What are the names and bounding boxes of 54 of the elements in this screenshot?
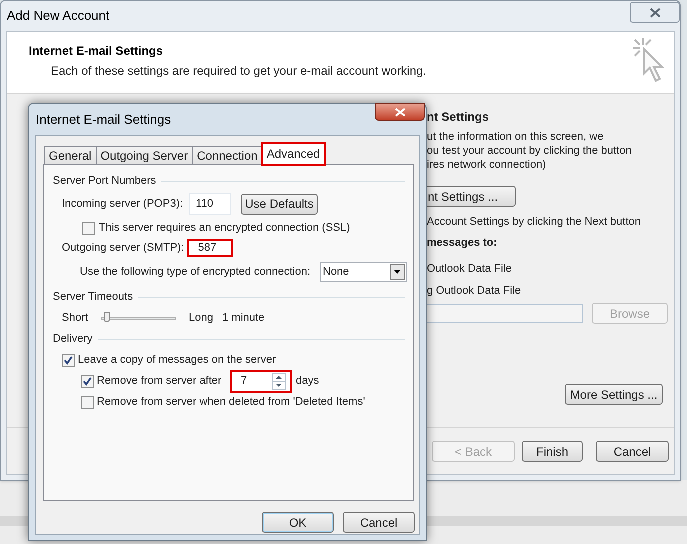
dialog-title: Internet E-mail Settings <box>36 110 172 129</box>
tab[interactable]: Connection <box>192 146 263 165</box>
tab[interactable]: Outgoing Server <box>96 146 194 165</box>
field-label: Outgoing server (SMTP): <box>62 240 186 256</box>
description-text: ut the information on this screen, we <box>427 130 605 144</box>
button[interactable]: Cancel <box>596 441 669 462</box>
window-title: Add New Account <box>7 7 110 26</box>
port-field[interactable]: 587 <box>187 239 234 257</box>
cursor-icon <box>631 36 667 84</box>
option-label: Outlook Data File <box>427 262 513 277</box>
checkbox-label: Leave a copy of messages on the server <box>78 352 276 368</box>
close-icon <box>394 108 406 116</box>
checkbox[interactable] <box>62 354 75 366</box>
option-label: g Outlook Data File <box>427 284 522 298</box>
instruction-text: Account Settings by clicking the Next button <box>427 215 642 230</box>
header-title: Internet E-mail Settings <box>29 43 164 60</box>
checkbox-label: Remove from server after <box>97 374 223 389</box>
group-heading: Delivery <box>53 332 93 347</box>
close-button[interactable] <box>375 103 425 121</box>
field-label: Use the following type of encrypted connection: <box>80 264 312 280</box>
close-button[interactable] <box>630 2 680 23</box>
timeout-slider[interactable] <box>101 311 176 325</box>
checkbox-label: Remove from server when deleted from 'Deleted Items' <box>97 394 366 410</box>
checkbox[interactable] <box>81 396 94 408</box>
use-defaults-button[interactable]: Use Defaults <box>241 194 318 214</box>
slider-label: Short <box>62 310 90 326</box>
group-heading: Server Port Numbers <box>53 174 156 189</box>
button[interactable]: Cancel <box>343 512 415 533</box>
section-heading: messages to: <box>427 236 498 250</box>
checkbox[interactable] <box>81 374 94 388</box>
button[interactable]: OK <box>262 512 334 533</box>
close-icon <box>650 8 660 18</box>
spinner-arrows-icon <box>272 372 286 390</box>
section-heading: nt Settings <box>427 109 490 126</box>
encryption-dropdown[interactable]: None <box>320 262 407 282</box>
description-text: ires network connection) <box>427 158 548 172</box>
port-field[interactable]: 110 <box>189 193 231 215</box>
tab[interactable]: Advanced <box>262 143 326 165</box>
header-subtitle: Each of these settings are required to get your e-mail account working. <box>50 63 428 80</box>
group-heading: Server Timeouts <box>53 290 134 305</box>
days-spinner[interactable]: 7 <box>230 370 292 392</box>
checkbox[interactable] <box>82 222 95 234</box>
unit-label: days <box>296 374 320 389</box>
file-path-field[interactable] <box>427 304 583 323</box>
description-text: ou test your account by clicking the button <box>427 144 633 158</box>
test-settings-button[interactable]: nt Settings ... <box>427 186 516 207</box>
button[interactable]: Finish <box>522 441 583 462</box>
slider-label: Long <box>189 310 214 326</box>
timeout-value: 1 minute <box>222 310 265 326</box>
tab[interactable]: General <box>44 146 97 165</box>
checkbox-label: This server requires an encrypted connection (SSL) <box>99 220 350 236</box>
more-settings-button[interactable]: More Settings ... <box>565 384 663 405</box>
slider-thumb[interactable] <box>104 312 110 322</box>
field-label: Incoming server (POP3): <box>62 196 184 212</box>
